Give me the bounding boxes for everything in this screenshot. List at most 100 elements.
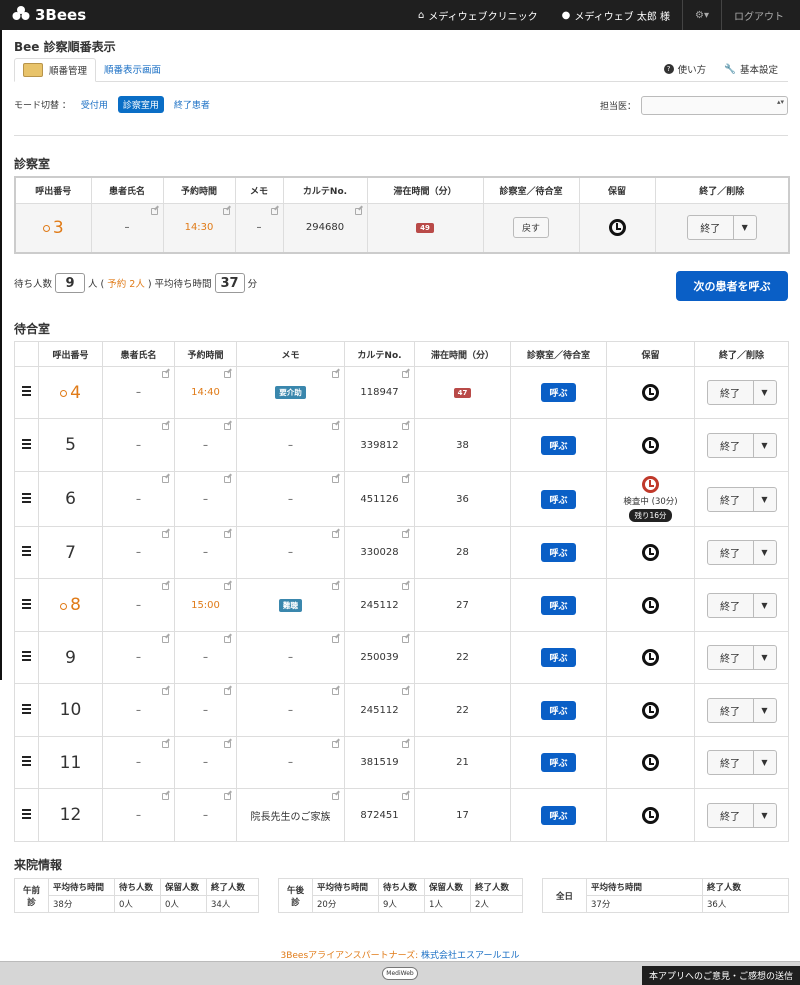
drag-handle-icon[interactable]	[22, 649, 31, 663]
edit-icon[interactable]	[162, 636, 169, 643]
end-dropdown-toggle[interactable]: ▼	[754, 646, 776, 669]
end-button[interactable]: 終了	[708, 487, 754, 511]
edit-icon[interactable]	[354, 207, 362, 215]
drag-handle-icon[interactable]	[22, 544, 31, 558]
edit-icon[interactable]	[402, 636, 409, 643]
edit-icon[interactable]	[224, 476, 231, 483]
memo-cell[interactable]: –	[236, 418, 345, 472]
end-dropdown-toggle[interactable]: ▼	[754, 541, 776, 564]
memo-cell[interactable]: –	[236, 526, 345, 579]
chart-no-cell[interactable]: 245112	[344, 683, 415, 737]
edit-icon[interactable]	[222, 207, 230, 215]
end-dropdown-toggle[interactable]: ▼	[754, 804, 776, 827]
reserve-time-cell[interactable]: –	[174, 471, 237, 527]
edit-icon[interactable]	[224, 688, 231, 695]
edit-icon[interactable]	[224, 741, 231, 748]
call-button[interactable]: 呼ぶ	[541, 648, 576, 667]
chart-no-cell[interactable]: 339812	[344, 418, 415, 472]
call-button[interactable]: 呼ぶ	[541, 489, 576, 509]
edit-icon[interactable]	[332, 531, 339, 538]
reserve-time-cell[interactable]: –	[174, 526, 237, 579]
edit-icon[interactable]	[162, 476, 169, 483]
patient-name-cell[interactable]: –	[90, 202, 164, 254]
edit-icon[interactable]	[332, 371, 339, 378]
call-button[interactable]: 呼ぶ	[541, 700, 576, 720]
drag-handle-icon[interactable]	[22, 437, 31, 451]
call-button[interactable]: 呼ぶ	[541, 543, 576, 562]
feedback-button[interactable]: 本アプリへのご意見・ご感想の送信	[642, 966, 800, 985]
edit-icon[interactable]	[332, 793, 339, 800]
edit-icon[interactable]	[402, 476, 409, 483]
edit-icon[interactable]	[162, 741, 169, 748]
chart-no-cell[interactable]: 451126	[344, 471, 415, 527]
memo-cell[interactable]: 難聴	[236, 578, 345, 632]
patient-name-cell[interactable]: –	[102, 471, 175, 527]
patient-name-cell[interactable]: –	[102, 526, 175, 579]
brand[interactable]: 3Bees	[0, 5, 380, 25]
clock-icon[interactable]	[608, 219, 626, 237]
clock-icon[interactable]	[642, 476, 659, 493]
edit-icon[interactable]	[332, 688, 339, 695]
edit-icon[interactable]	[224, 636, 231, 643]
edit-icon[interactable]	[402, 688, 409, 695]
reserve-time-cell[interactable]: –	[174, 683, 237, 737]
end-button[interactable]: 終了	[708, 751, 754, 774]
clock-icon[interactable]	[642, 754, 659, 771]
call-button[interactable]: 呼ぶ	[541, 595, 576, 615]
settings-dropdown[interactable]: ⚙▾	[683, 0, 721, 30]
end-dropdown-toggle[interactable]: ▼	[754, 699, 776, 722]
drag-handle-icon[interactable]	[22, 491, 31, 505]
end-dropdown-toggle[interactable]: ▼	[734, 216, 756, 239]
end-button[interactable]: 終了	[708, 433, 754, 457]
edit-icon[interactable]	[402, 371, 409, 378]
chart-no-cell[interactable]: 250039	[344, 631, 415, 684]
end-dropdown-toggle[interactable]: ▼	[754, 594, 776, 617]
edit-icon[interactable]	[402, 583, 409, 590]
edit-icon[interactable]	[402, 423, 409, 430]
edit-icon[interactable]	[162, 793, 169, 800]
edit-icon[interactable]	[162, 583, 169, 590]
chart-no-cell[interactable]: 294680	[282, 202, 368, 254]
reserve-time-cell[interactable]: 14:40	[174, 366, 237, 419]
tab-display-screen[interactable]: 順番表示画面	[96, 57, 169, 81]
mode-finished[interactable]: 終了患者	[174, 98, 210, 111]
memo-cell[interactable]: 院長先生のご家族	[236, 788, 345, 842]
call-button[interactable]: 呼ぶ	[541, 435, 576, 455]
reserve-time-cell[interactable]: 14:30	[162, 202, 236, 254]
end-button[interactable]: 終了	[708, 593, 754, 617]
drag-handle-icon[interactable]	[22, 702, 31, 716]
clock-icon[interactable]	[642, 384, 659, 401]
patient-name-cell[interactable]: –	[102, 736, 175, 789]
memo-cell[interactable]: –	[236, 631, 345, 684]
chart-no-cell[interactable]: 245112	[344, 578, 415, 632]
clock-icon[interactable]	[642, 806, 659, 824]
memo-cell[interactable]: –	[236, 471, 345, 527]
patient-name-cell[interactable]: –	[102, 631, 175, 684]
memo-cell[interactable]: 要介助	[236, 366, 345, 419]
edit-icon[interactable]	[332, 583, 339, 590]
edit-icon[interactable]	[402, 793, 409, 800]
clock-icon[interactable]	[642, 436, 659, 454]
memo-cell[interactable]: –	[236, 736, 345, 789]
chart-no-cell[interactable]: 381519	[344, 736, 415, 789]
doctor-select[interactable]	[641, 96, 789, 115]
end-button[interactable]: 終了	[708, 541, 754, 564]
logout-link[interactable]: ログアウト	[722, 0, 800, 30]
patient-name-cell[interactable]: –	[102, 788, 175, 842]
end-dropdown-toggle[interactable]: ▼	[754, 434, 776, 457]
return-button[interactable]: 戻す	[512, 217, 549, 239]
call-next-patient-button[interactable]: 次の患者を呼ぶ	[676, 271, 788, 301]
end-button[interactable]: 終了	[708, 698, 754, 722]
call-button[interactable]: 呼ぶ	[541, 805, 576, 825]
chart-no-cell[interactable]: 118947	[344, 366, 415, 419]
reserve-time-cell[interactable]: –	[174, 418, 237, 472]
clinic-link[interactable]: ⌂ メディウェブクリニック	[406, 0, 550, 30]
drag-handle-icon[interactable]	[22, 384, 31, 398]
drag-handle-icon[interactable]	[22, 754, 31, 768]
edit-icon[interactable]	[162, 423, 169, 430]
chart-no-cell[interactable]: 872451	[344, 788, 415, 842]
edit-icon[interactable]	[224, 371, 231, 378]
end-dropdown-toggle[interactable]: ▼	[754, 751, 776, 774]
edit-icon[interactable]	[224, 583, 231, 590]
edit-icon[interactable]	[270, 207, 278, 215]
